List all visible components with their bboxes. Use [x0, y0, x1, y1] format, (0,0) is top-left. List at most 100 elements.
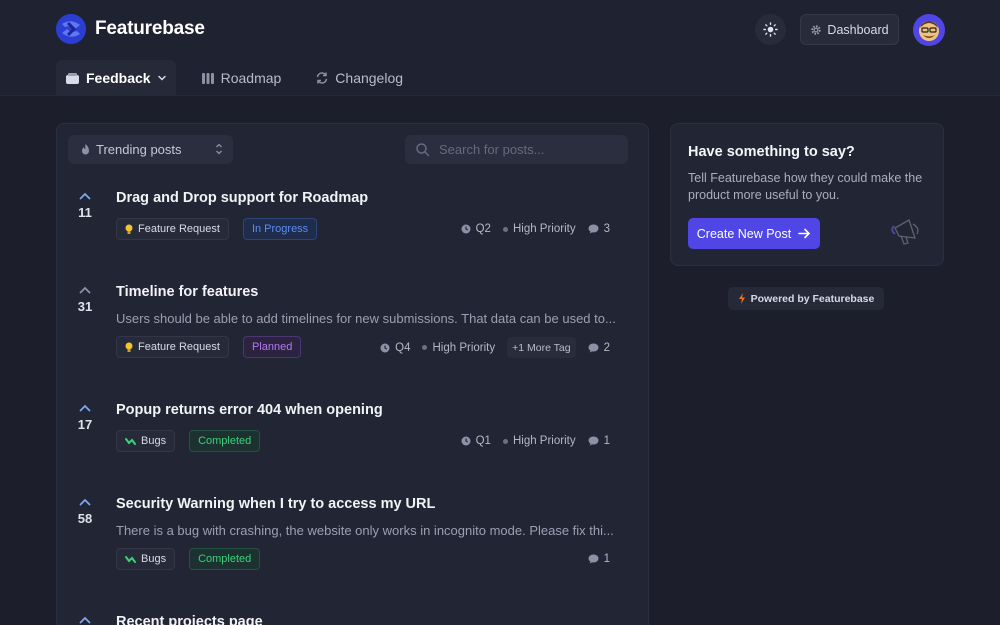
category-tag[interactable]: Bugs [116, 430, 176, 452]
powered-by-badge[interactable]: Powered by Featurebase [728, 287, 884, 310]
inbox-icon [66, 72, 79, 84]
clock-icon [461, 436, 471, 446]
comment-icon [588, 436, 599, 446]
priority: High Priority [502, 435, 576, 447]
upvote-arrow-icon[interactable] [79, 286, 91, 294]
dashboard-label: Dashboard [827, 22, 889, 37]
post-title[interactable]: Drag and Drop support for Roadmap [116, 190, 368, 206]
upvote-arrow-icon[interactable] [79, 404, 91, 412]
category-tag[interactable]: Feature Request [116, 218, 229, 240]
tab-feedback[interactable]: Feedback [56, 60, 176, 96]
priority-dot [422, 345, 428, 350]
upvote-arrow-icon[interactable] [79, 616, 91, 624]
status-badge: Planned [242, 336, 302, 358]
eta: Q1 [461, 435, 491, 447]
comment-icon [588, 224, 599, 234]
cta-description: Tell Featurebase how they could make the… [688, 171, 923, 202]
create-new-post-label: Create New Post [696, 226, 792, 241]
vote-count: 31 [77, 299, 93, 314]
comment-count: 3 [603, 223, 610, 235]
tab-changelog[interactable]: Changelog [306, 60, 412, 96]
vote-count: 58 [77, 511, 93, 526]
category-label: Feature Request [138, 223, 220, 235]
status-badge: Completed [189, 548, 261, 570]
comments: 2 [588, 342, 610, 354]
category-label: Bugs [141, 553, 167, 565]
tab-roadmap[interactable]: Roadmap [192, 60, 291, 96]
eta-label: Q2 [475, 223, 491, 235]
category-tag[interactable]: Feature Request [116, 336, 229, 358]
category-label: Feature Request [138, 341, 220, 353]
create-new-post-button[interactable]: Create New Post [688, 218, 820, 249]
tab-changelog-label: Changelog [335, 70, 404, 86]
category-tag[interactable]: Bugs [116, 548, 176, 570]
vote-widget: 17 [71, 404, 99, 432]
comments: 1 [588, 435, 610, 447]
upvote-arrow-icon[interactable] [79, 192, 91, 200]
main-nav: Feedback Roadmap Changelog [56, 60, 428, 96]
post-title[interactable]: Timeline for features [116, 284, 258, 300]
chevron-updown-icon [216, 143, 222, 155]
more-tags-badge[interactable]: +1 More Tag [507, 337, 576, 358]
clock-icon [461, 224, 471, 234]
priority: High Priority [422, 342, 495, 354]
top-header: Featurebase Dashboard Feedback Roadmap C… [0, 0, 1000, 96]
post-title[interactable]: Popup returns error 404 when opening [116, 402, 383, 418]
tag-row: Bugs Completed [116, 430, 261, 452]
sun-icon [763, 22, 778, 37]
post-title[interactable]: Security Warning when I try to access my… [116, 496, 435, 512]
priority-label: High Priority [512, 435, 576, 447]
search-box[interactable] [405, 135, 628, 164]
sort-select[interactable]: Trending posts [68, 135, 233, 164]
bug-icon [125, 555, 136, 563]
megaphone-icon [891, 219, 919, 245]
vote-widget: 58 [71, 498, 99, 526]
posts-panel: Trending posts 11 Drag and Drop support … [56, 123, 649, 625]
priority-label: High Priority [512, 223, 576, 235]
tag-row: Bugs Completed [116, 548, 261, 570]
post-meta: 1 [588, 553, 610, 565]
gear-icon [811, 24, 822, 35]
upvote-arrow-icon[interactable] [79, 498, 91, 506]
category-label: Bugs [141, 435, 167, 447]
comment-count: 2 [603, 341, 610, 354]
create-post-card: Have something to say? Tell Featurebase … [670, 123, 944, 266]
post-description: Users should be able to add timelines fo… [116, 311, 616, 326]
dashboard-button[interactable]: Dashboard [800, 14, 899, 45]
search-input[interactable] [439, 142, 609, 157]
vote-count: 11 [78, 205, 92, 220]
eta-label: Q1 [475, 435, 491, 447]
tag-row: Feature Request Planned [116, 336, 302, 358]
tag-row: Feature Request In Progress [116, 218, 318, 240]
comment-icon [588, 554, 599, 564]
post-description: There is a bug with crashing, the websit… [116, 523, 614, 538]
priority-label: High Priority [432, 341, 496, 354]
tab-feedback-label: Feedback [86, 70, 151, 86]
eta-label: Q4 [395, 341, 411, 354]
priority: High Priority [502, 223, 576, 235]
post-title[interactable]: Recent projects page [116, 614, 263, 625]
priority-dot [502, 438, 508, 444]
roadmap-icon [201, 72, 214, 84]
tab-roadmap-label: Roadmap [220, 70, 282, 86]
bug-icon [125, 437, 136, 445]
brand[interactable]: Featurebase [56, 14, 205, 44]
lightning-icon [738, 293, 745, 304]
clock-icon [380, 343, 390, 352]
eta: Q4 [380, 342, 410, 354]
post-meta: Q1 High Priority 1 [461, 435, 610, 447]
cta-title: Have something to say? [688, 144, 855, 160]
post-meta: Q4 High Priority +1 More Tag 2 [380, 337, 610, 358]
comments: 1 [588, 553, 610, 565]
vote-widget: 11 [71, 192, 99, 220]
theme-toggle-button[interactable] [755, 14, 786, 45]
status-badge: Completed [189, 430, 261, 452]
featurebase-logo [56, 14, 86, 44]
brand-name: Featurebase [95, 18, 205, 39]
chevron-down-icon [157, 75, 166, 81]
eta: Q2 [461, 223, 491, 235]
sort-select-label: Trending posts [96, 142, 182, 157]
comments: 3 [588, 223, 610, 235]
avatar[interactable] [913, 14, 945, 46]
search-icon [416, 143, 430, 157]
